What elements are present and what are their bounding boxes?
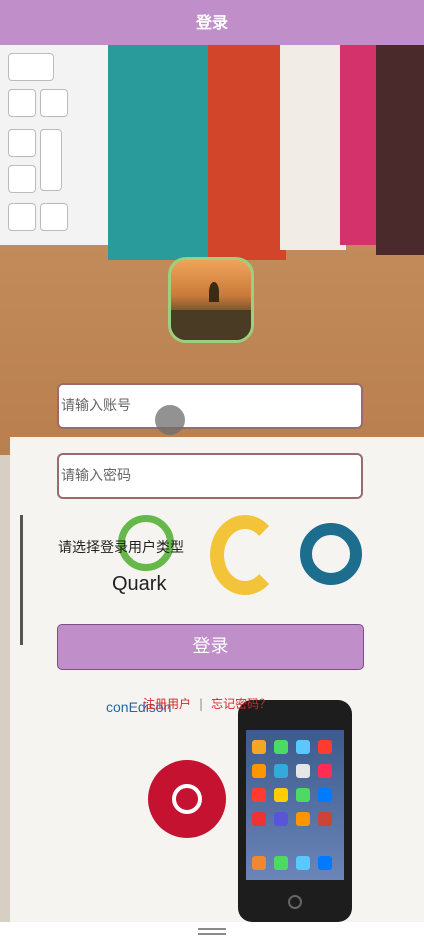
user-type-select[interactable]: 请选择登录用户类型 bbox=[58, 537, 184, 557]
background-book-red bbox=[208, 45, 286, 260]
background-quark-text: Quark bbox=[112, 573, 167, 595]
background-lg-logo bbox=[148, 760, 226, 838]
background-paper-edge bbox=[20, 515, 23, 645]
register-link[interactable]: 注册用户 bbox=[143, 697, 191, 711]
auth-links: 注册用户 | 忘记密码？ bbox=[143, 695, 271, 712]
page-title: 登录 bbox=[195, 13, 228, 32]
background-c-logo bbox=[210, 515, 280, 595]
background-phone-home-button bbox=[288, 895, 302, 909]
bottom-bar bbox=[0, 922, 424, 940]
touch-indicator bbox=[155, 405, 185, 435]
password-input[interactable] bbox=[59, 455, 365, 497]
background-paper bbox=[10, 437, 424, 922]
landscape-avatar-icon bbox=[168, 257, 254, 343]
account-input[interactable] bbox=[59, 385, 365, 427]
background-phone bbox=[238, 700, 352, 922]
account-field[interactable] bbox=[57, 383, 365, 429]
background-phone-screen bbox=[246, 730, 344, 880]
links-separator: | bbox=[199, 697, 204, 711]
drag-handle-icon[interactable] bbox=[198, 933, 226, 935]
login-button[interactable]: 登录 bbox=[57, 624, 364, 670]
background-book-white bbox=[280, 45, 346, 250]
forgot-password-link[interactable]: 忘记密码？ bbox=[211, 697, 271, 711]
background-a-logo bbox=[300, 523, 362, 585]
page-header: 登录 bbox=[0, 0, 424, 45]
drag-handle-icon[interactable] bbox=[198, 928, 226, 930]
password-field[interactable] bbox=[57, 453, 365, 499]
background-book-pink bbox=[340, 45, 376, 245]
background-book-dark bbox=[376, 45, 424, 255]
